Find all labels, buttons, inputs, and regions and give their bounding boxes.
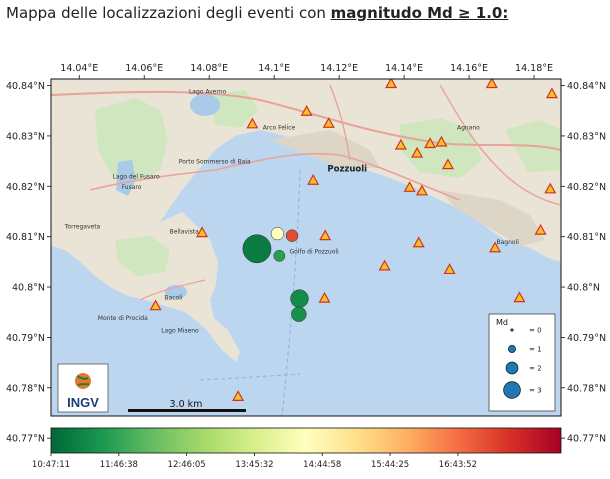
place-label: Pozzuoli	[327, 165, 367, 175]
map-basemap: Lago Averno Arco Felice Pozzuoli Agnano Bagn…	[51, 58, 561, 416]
place-label: Lago Miseno	[161, 327, 199, 334]
place-label: Bellavista	[170, 229, 200, 236]
legend-box	[488, 313, 556, 412]
y-tick-label-right: 40.77°N	[567, 434, 606, 445]
legend-title: Md	[496, 318, 508, 327]
y-tick-label-left: 40.8°N	[12, 283, 45, 294]
legend-circle	[510, 328, 514, 332]
colorbar-label: 15:44:25	[371, 460, 409, 470]
earthquake-event[interactable]	[285, 229, 299, 242]
y-tick-label-left: 40.79°N	[6, 333, 45, 344]
y-tick-label-right: 40.81°N	[567, 232, 606, 243]
colorbar-gradient	[50, 427, 562, 454]
y-tick-label-left: 40.81°N	[6, 232, 45, 243]
x-tick-label: 14.1°E	[258, 63, 290, 74]
legend-item-label: = 1	[529, 346, 542, 354]
colorbar-labels: 10:47:11 11:46:38 12:46:05 13:45:32 14:44:58…	[32, 453, 477, 470]
colorbar-label: 11:46:38	[100, 460, 138, 470]
y-tick-label-right: 40.79°N	[567, 333, 606, 344]
y-tick-label-right: 40.83°N	[567, 131, 606, 142]
earthquake-event[interactable]	[291, 306, 307, 322]
place-label: Bacoli	[164, 295, 182, 302]
y-tick-label-left: 40.83°N	[6, 131, 45, 142]
scale-bar-label: 3.0 km	[170, 399, 203, 410]
x-tick-label: 14.08°E	[190, 63, 228, 74]
scale-bar-line	[128, 409, 246, 412]
place-label: Golfo di Pozzuoli	[289, 248, 339, 255]
earthquake-event[interactable]	[273, 249, 286, 262]
y-tick-label-left: 40.84°N	[6, 81, 45, 92]
station-triangle-icon[interactable]	[236, 58, 246, 67]
earthquake-event[interactable]	[290, 289, 309, 308]
legend-circle	[503, 381, 521, 399]
place-label: Lago Averno	[189, 89, 227, 96]
place-label: Fusaro	[122, 184, 142, 191]
colorbar-label: 13:45:32	[235, 460, 273, 470]
place-label: Lago del Fusaro	[112, 174, 160, 181]
map-figure: Lago Averno Arco Felice Pozzuoli Agnano Bagn…	[6, 58, 606, 470]
colorbar-label: 14:44:58	[303, 460, 341, 470]
y-tick-label-right: 40.84°N	[567, 81, 606, 92]
y-tick-label-left: 40.78°N	[6, 383, 45, 394]
x-tick-label: 14.12°E	[320, 63, 358, 74]
place-label: Arco Felice	[263, 124, 296, 131]
legend-item-label: = 2	[529, 365, 542, 373]
legend-item-label: = 0	[529, 327, 542, 335]
earthquake-event[interactable]	[242, 234, 272, 264]
y-tick-label-left: 40.77°N	[6, 434, 45, 445]
legend-item-label: = 3	[529, 387, 542, 395]
x-tick-label: 14.18°E	[515, 63, 553, 74]
y-tick-label-right: 40.8°N	[567, 283, 600, 294]
lake-averno	[190, 94, 220, 116]
x-tick-label: 14.16°E	[450, 63, 488, 74]
y-tick-label-left: 40.82°N	[6, 182, 45, 193]
place-label: Porto Sommerso di Baia	[179, 159, 251, 166]
ingv-logo: INGV	[57, 363, 109, 413]
colorbar-label: 16:43:52	[439, 460, 477, 470]
legend-circle	[508, 345, 516, 353]
time-colorbar: 10:47:11 11:46:38 12:46:05 13:45:32 14:44:58…	[32, 427, 562, 470]
x-tick-label: 14.06°E	[125, 63, 163, 74]
x-tick-label: 14.14°E	[385, 63, 423, 74]
colorbar-label: 10:47:11	[32, 460, 70, 470]
legend-circle	[505, 361, 519, 375]
earthquake-event[interactable]	[270, 227, 284, 241]
place-label: Torregaveta	[64, 224, 101, 231]
place-label: Monte di Procida	[98, 315, 148, 322]
place-label: Bagnoli	[497, 239, 520, 246]
colorbar-label: 12:46:05	[168, 460, 206, 470]
y-tick-label-right: 40.82°N	[567, 182, 606, 193]
y-tick-label-right: 40.78°N	[567, 383, 606, 394]
x-tick-label: 14.04°E	[60, 63, 98, 74]
logo-text: INGV	[67, 395, 99, 410]
place-label: Agnano	[457, 124, 480, 131]
magnitude-legend: Md = 0 = 1 = 2 = 3	[488, 313, 556, 412]
